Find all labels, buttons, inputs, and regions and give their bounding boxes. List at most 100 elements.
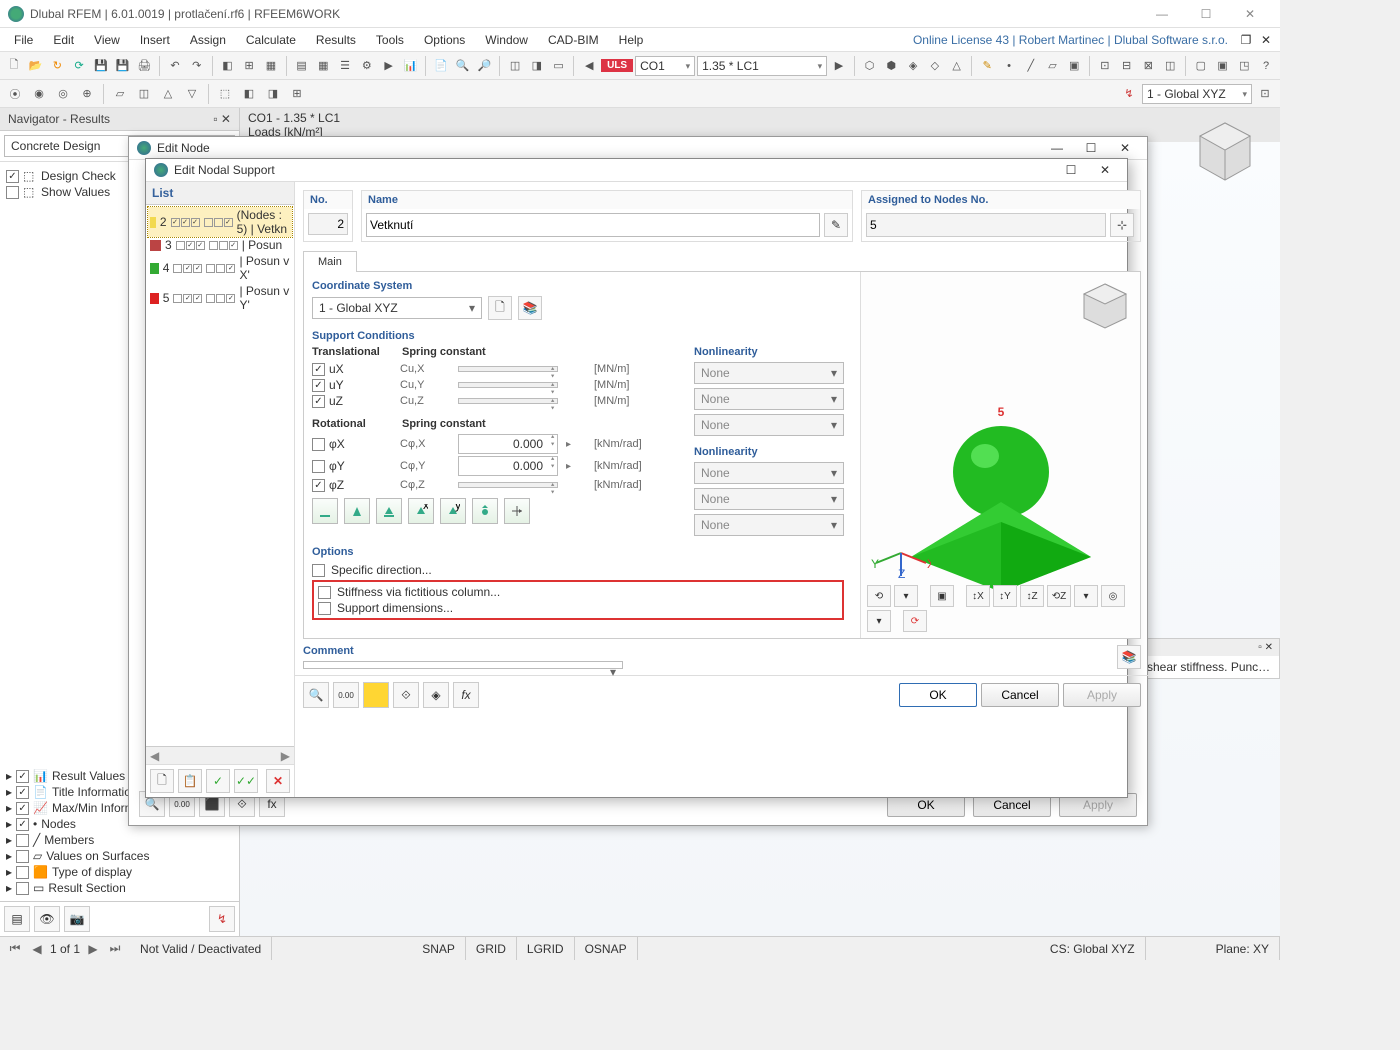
preset-hinged-button[interactable]: [344, 498, 370, 524]
list-delete-button[interactable]: ✕: [266, 769, 290, 793]
saveall-icon[interactable]: 💾: [113, 55, 133, 77]
r3-icon[interactable]: ◈: [903, 55, 923, 77]
tree-values-surf[interactable]: ▸▱Values on Surfaces: [4, 848, 235, 864]
pv-btn-5[interactable]: ↕Y: [993, 585, 1017, 607]
bt-units[interactable]: 0.00: [333, 682, 359, 708]
view3-icon[interactable]: ▭: [549, 55, 569, 77]
list-check1-button[interactable]: ✓: [206, 769, 230, 793]
axis-icon[interactable]: ↯: [1118, 83, 1140, 105]
solid-icon[interactable]: ▣: [1064, 55, 1084, 77]
parent-close-button[interactable]: ✕: [1111, 141, 1139, 155]
menu-options[interactable]: Options: [414, 28, 475, 52]
open-icon[interactable]: 📂: [26, 55, 46, 77]
t2-1-icon[interactable]: ⦿: [4, 83, 26, 105]
tool-c-icon[interactable]: ▦: [261, 55, 281, 77]
preset-none-button[interactable]: [312, 498, 338, 524]
t2-10-icon[interactable]: ◧: [238, 83, 260, 105]
g4-icon[interactable]: ◫: [1160, 55, 1180, 77]
t2-5-icon[interactable]: ▱: [109, 83, 131, 105]
line-icon[interactable]: ╱: [1021, 55, 1041, 77]
list-item-5[interactable]: 5 ✓✓ ✓ | Posun v Y': [148, 283, 292, 313]
bt-fx[interactable]: fx: [453, 682, 479, 708]
lc-next-icon[interactable]: ▶: [829, 55, 849, 77]
factor-combo[interactable]: 1.35 * LC1: [697, 56, 827, 76]
menu-assign[interactable]: Assign: [180, 28, 236, 52]
preset-fixed-button[interactable]: [376, 498, 402, 524]
node-icon[interactable]: •: [999, 55, 1019, 77]
t2-11-icon[interactable]: ◨: [262, 83, 284, 105]
nav-btn1[interactable]: ▤: [4, 906, 30, 932]
assign-pick-button[interactable]: ⊹: [1110, 213, 1134, 237]
close-button[interactable]: ✕: [1228, 0, 1272, 28]
view1-icon[interactable]: ◫: [505, 55, 525, 77]
assign-field[interactable]: [866, 213, 1106, 237]
uz-check[interactable]: ✓: [312, 395, 325, 408]
r1-icon[interactable]: ⬡: [860, 55, 880, 77]
tree-members[interactable]: ▸╱Members: [4, 832, 235, 848]
r5-icon[interactable]: △: [947, 55, 967, 77]
view2-icon[interactable]: ◨: [527, 55, 547, 77]
calc-icon[interactable]: ⚙: [357, 55, 377, 77]
status-snap[interactable]: SNAP: [412, 937, 466, 960]
pv-btn-10[interactable]: ▾: [867, 610, 891, 632]
opt-support-dimensions[interactable]: Support dimensions...: [318, 600, 838, 616]
t2-9-icon[interactable]: ⬚: [214, 83, 236, 105]
reload-icon[interactable]: ↻: [48, 55, 68, 77]
chart-icon[interactable]: 📊: [400, 55, 420, 77]
pv-btn-4[interactable]: ↕X: [966, 585, 990, 607]
pv-btn-2[interactable]: ▾: [894, 585, 918, 607]
t2-4-icon[interactable]: ⊕: [76, 83, 98, 105]
tree-result-section[interactable]: ▸▭Result Section: [4, 880, 235, 896]
menu-insert[interactable]: Insert: [130, 28, 180, 52]
t2-6-icon[interactable]: ◫: [133, 83, 155, 105]
new-icon[interactable]: 🗋: [4, 55, 24, 77]
nl-phiz[interactable]: None: [694, 514, 844, 536]
uy-spring[interactable]: [458, 382, 558, 388]
phix-check[interactable]: [312, 438, 325, 451]
tool-b-icon[interactable]: ⊞: [239, 55, 259, 77]
nav-last-icon[interactable]: ⏭: [106, 941, 124, 956]
r4-icon[interactable]: ◇: [925, 55, 945, 77]
grid-icon[interactable]: ▦: [313, 55, 333, 77]
phiz-spring[interactable]: [458, 482, 558, 488]
ux-spring[interactable]: [458, 366, 558, 372]
t2-3-icon[interactable]: ◎: [52, 83, 74, 105]
preset-sliding-y-button[interactable]: y: [440, 498, 466, 524]
zoom2-icon[interactable]: 🔎: [475, 55, 495, 77]
uy-check[interactable]: ✓: [312, 379, 325, 392]
lc-prev-icon[interactable]: ◀: [579, 55, 599, 77]
t2-12-icon[interactable]: ⊞: [286, 83, 308, 105]
menu-help[interactable]: Help: [609, 28, 654, 52]
script-icon[interactable]: ⟳: [69, 55, 89, 77]
save-icon[interactable]: 💾: [91, 55, 111, 77]
ux-check[interactable]: ✓: [312, 363, 325, 376]
bt-color[interactable]: [363, 682, 389, 708]
preview-cube-icon[interactable]: [1078, 280, 1132, 334]
maximize-button[interactable]: ☐: [1184, 0, 1228, 28]
parent-max-button[interactable]: ☐: [1077, 141, 1105, 155]
dlg-close-button[interactable]: ✕: [1091, 163, 1119, 177]
mdi-close-icon[interactable]: ✕: [1256, 33, 1276, 47]
phix-spring[interactable]: 0.000: [458, 434, 558, 454]
box1-icon[interactable]: ▢: [1191, 55, 1211, 77]
nl-uy[interactable]: None: [694, 388, 844, 410]
pv-btn-6[interactable]: ↕Z: [1020, 585, 1044, 607]
list-item-2[interactable]: 2 ✓✓✓ ✓ (Nodes : 5) | Vetkn: [148, 207, 292, 237]
name-edit-button[interactable]: ✎: [824, 213, 848, 237]
no-field[interactable]: [308, 213, 348, 235]
list-item-4[interactable]: 4 ✓✓ ✓ | Posun v X': [148, 253, 292, 283]
ok-button[interactable]: OK: [899, 683, 977, 707]
undo-icon[interactable]: ↶: [165, 55, 185, 77]
list-copy-button[interactable]: 📋: [178, 769, 202, 793]
apply-button[interactable]: Apply: [1063, 683, 1141, 707]
pv-btn-8[interactable]: ▾: [1074, 585, 1098, 607]
menu-window[interactable]: Window: [475, 28, 538, 52]
g3-icon[interactable]: ⊠: [1139, 55, 1159, 77]
menu-results[interactable]: Results: [306, 28, 366, 52]
status-lgrid[interactable]: LGRID: [517, 937, 575, 960]
mdi-restore-icon[interactable]: ❐: [1236, 33, 1256, 47]
phiy-spring[interactable]: 0.000: [458, 456, 558, 476]
minimize-button[interactable]: —: [1140, 0, 1184, 28]
zoom-icon[interactable]: 🔍: [453, 55, 473, 77]
menu-tools[interactable]: Tools: [366, 28, 414, 52]
